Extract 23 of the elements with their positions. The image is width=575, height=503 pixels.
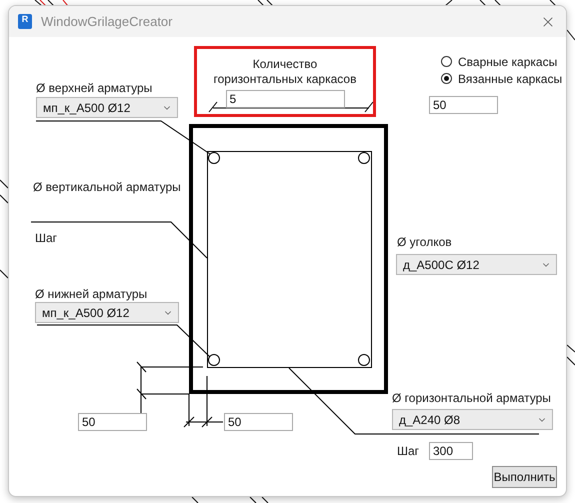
radio-option[interactable]: Сварные каркасы — [441, 53, 562, 70]
field-label: Шаг — [397, 444, 420, 458]
radio-option[interactable]: Вязанные каркасы — [441, 70, 562, 87]
dropdown[interactable]: д_A500C Ø12 — [396, 254, 557, 275]
field-label: Ø уголков — [397, 235, 452, 249]
field-label: горизонтальных каркасов — [214, 72, 356, 87]
input-field[interactable]: 50 — [429, 96, 498, 114]
dropdown[interactable]: мп_к_A500 Ø12 — [36, 97, 178, 118]
input-field[interactable]: 5 — [226, 90, 344, 108]
run-button[interactable]: Выполнить — [492, 466, 557, 488]
dropdown[interactable]: мп_к_A500 Ø12 — [35, 302, 179, 323]
field-label: Ø нижней арматуры — [35, 287, 148, 301]
input-field[interactable]: 300 — [429, 442, 473, 460]
window-title: WindowGrilageCreator — [41, 14, 174, 29]
input-field[interactable]: 50 — [224, 413, 293, 431]
input-field[interactable]: 50 — [78, 413, 147, 431]
field-label: Ø горизонтальной арматуры — [392, 391, 551, 405]
field-label: Ø вертикальной арматуры — [33, 180, 181, 194]
field-label: Шаг — [35, 231, 58, 245]
dropdown[interactable]: д_A240 Ø8 — [392, 409, 553, 430]
field-label: Количество — [252, 57, 318, 72]
app-icon: R — [18, 14, 32, 29]
field-label: Ø верхней арматуры — [36, 81, 152, 95]
